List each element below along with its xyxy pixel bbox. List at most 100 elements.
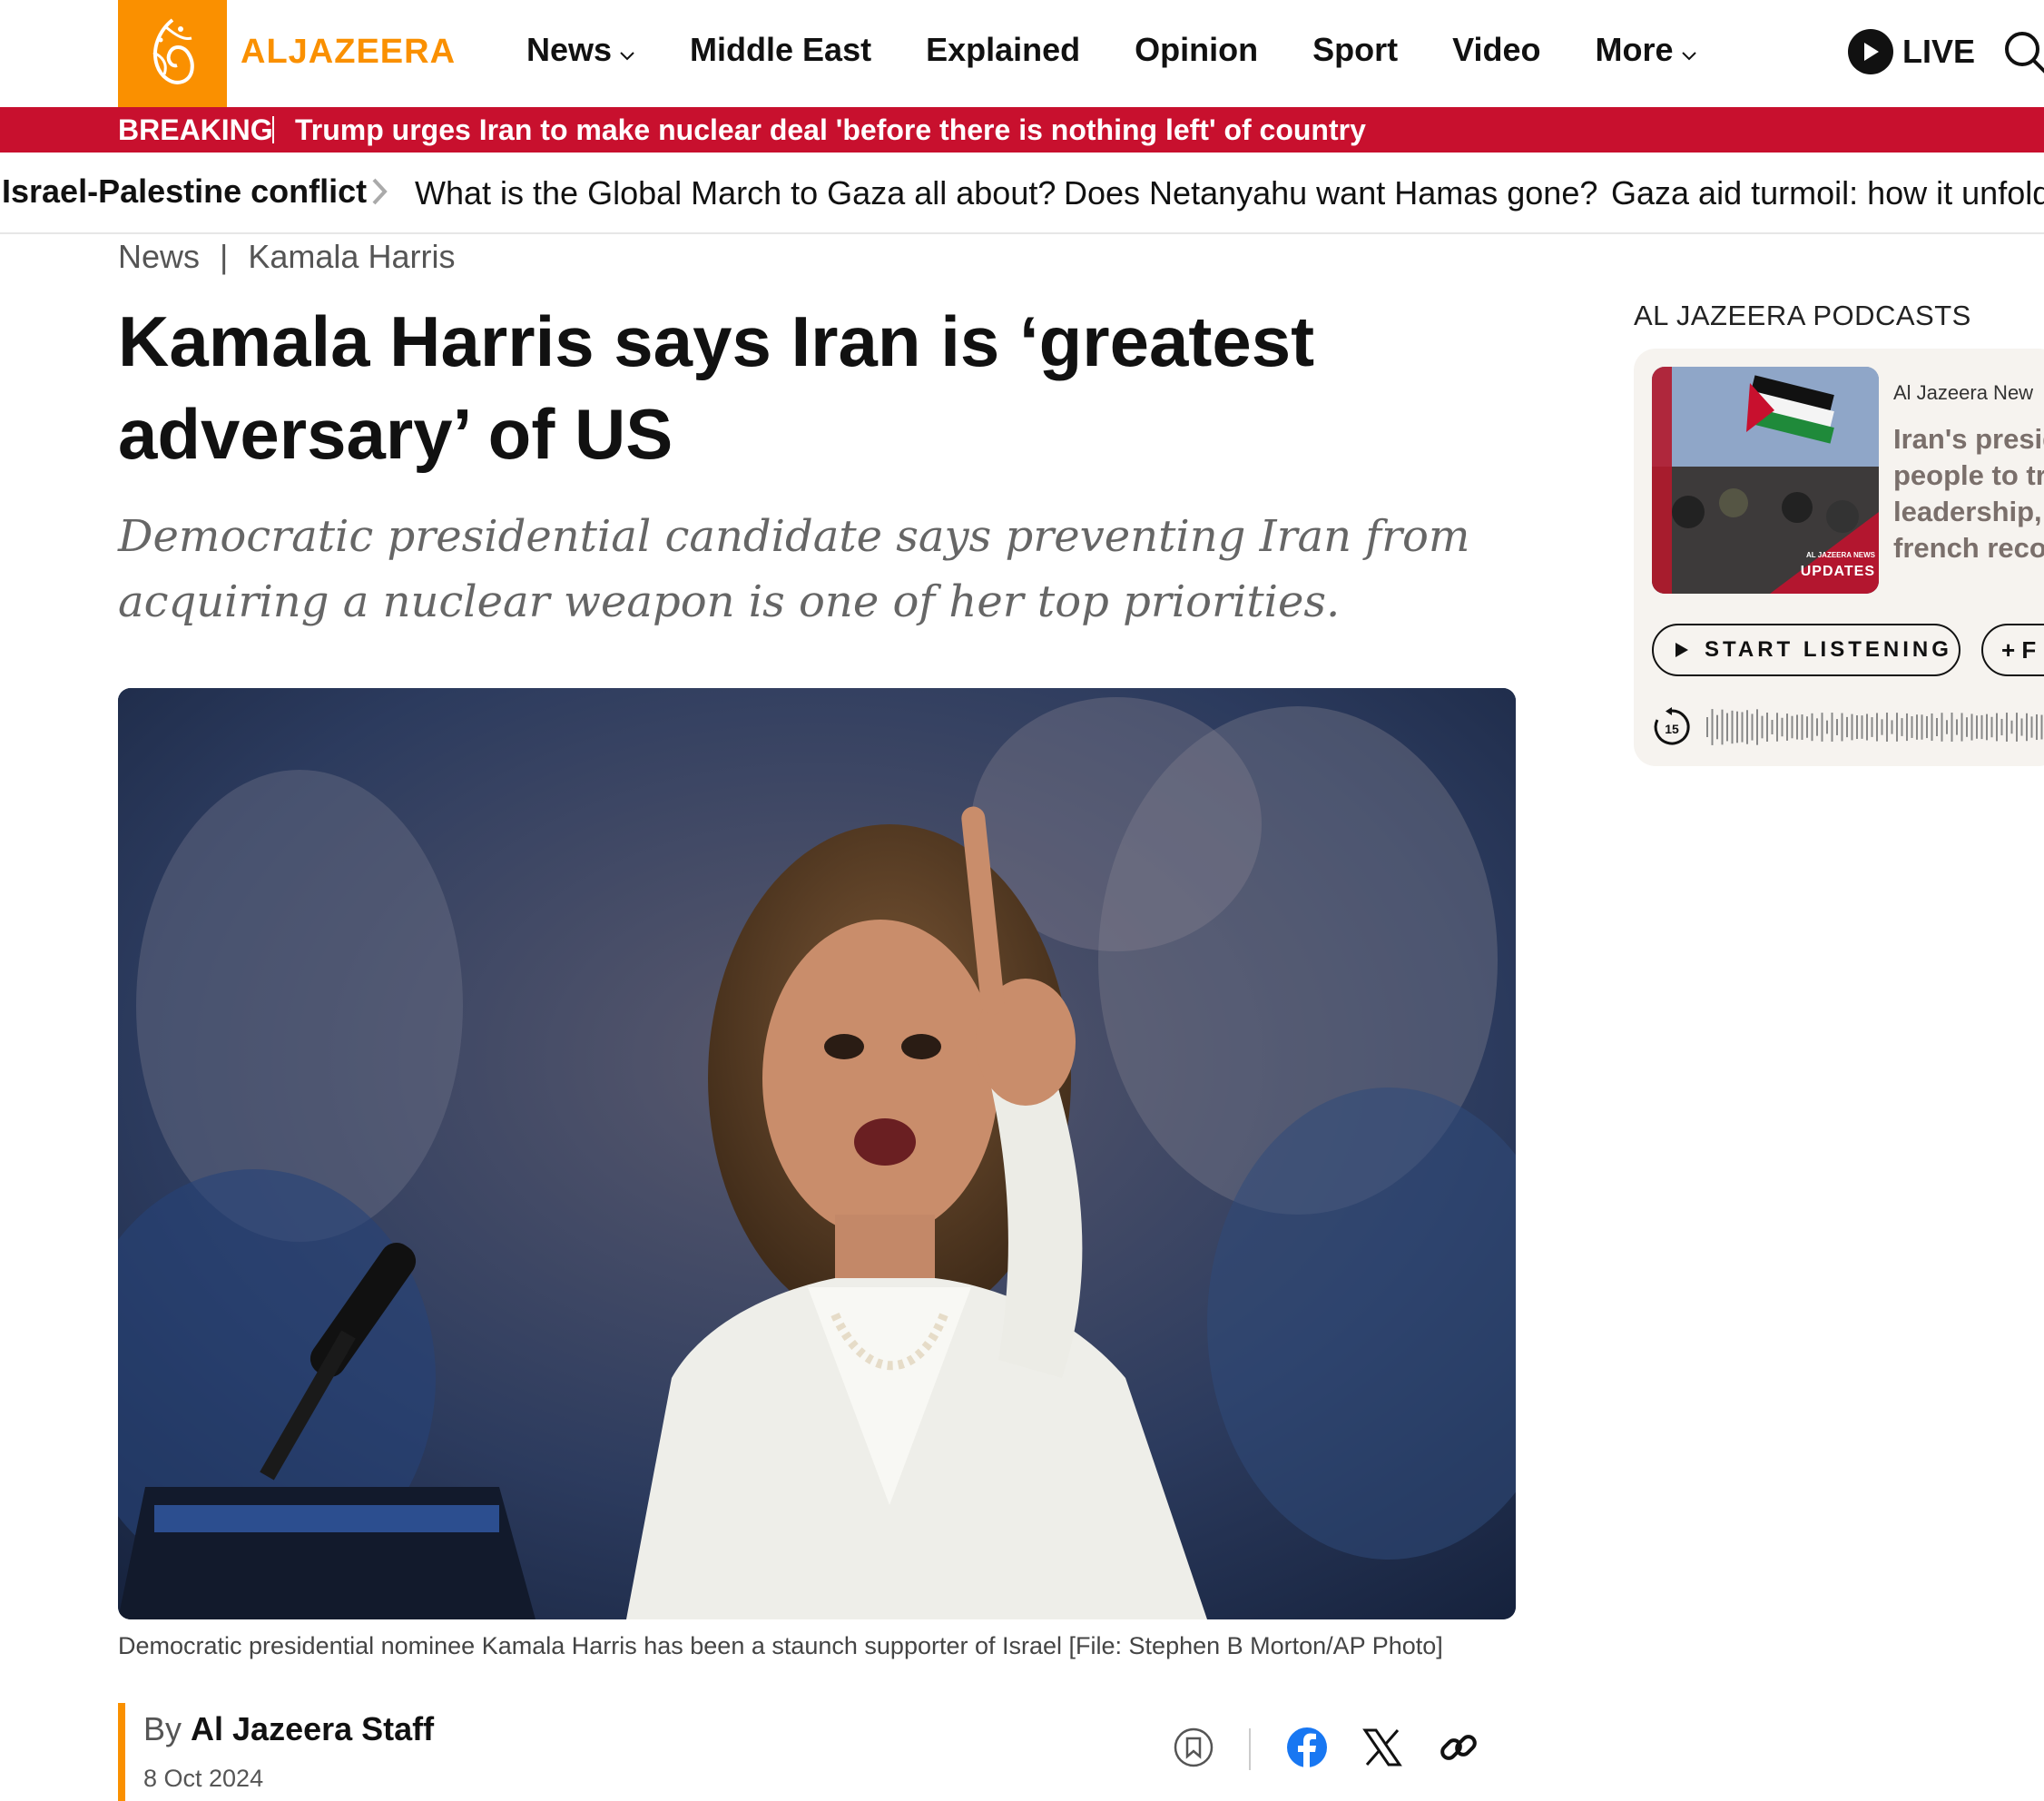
waveform-bar xyxy=(1786,714,1788,741)
topic-link[interactable]: What is the Global March to Gaza all abo… xyxy=(415,174,1056,212)
nav-middle-east-label: Middle East xyxy=(690,31,872,68)
article-standfirst: Democratic presidential candidate says p… xyxy=(118,504,1516,635)
nav-news-label: News xyxy=(526,31,613,68)
waveform-bar xyxy=(1891,720,1893,734)
follow-button[interactable]: + F xyxy=(1981,624,2044,676)
image-caption: Democratic presidential nominee Kamala H… xyxy=(118,1632,1443,1659)
breaking-divider xyxy=(272,116,274,143)
nav-opinion[interactable]: Opinion xyxy=(1135,31,1258,69)
waveform-bar xyxy=(1811,713,1813,742)
waveform-bar xyxy=(1826,720,1828,734)
podcast-source: Al Jazeera New xyxy=(1893,381,2034,404)
waveform-bar xyxy=(1796,714,1798,740)
nav-middle-east[interactable]: Middle East xyxy=(690,31,871,69)
nav-opinion-label: Opinion xyxy=(1135,31,1259,68)
publish-date: 8 Oct 2024 xyxy=(143,1765,264,1792)
site-header: ALJAZEERA News Middle East Explained Opi… xyxy=(0,0,2044,107)
waveform-bar xyxy=(1926,715,1928,739)
topic-link[interactable]: Gaza aid turmoil: how it unfold xyxy=(1611,174,2044,212)
waveform-bar xyxy=(1881,719,1883,735)
waveform-bar xyxy=(1711,709,1714,745)
waveform-bar xyxy=(1736,711,1738,743)
nav-explained[interactable]: Explained xyxy=(926,31,1080,69)
live-button[interactable]: LIVE xyxy=(1848,29,1975,74)
waveform-bar xyxy=(1816,718,1818,736)
nav-more-label: More xyxy=(1595,31,1674,68)
breadcrumb-news[interactable]: News xyxy=(118,238,200,276)
breadcrumb-topic[interactable]: Kamala Harris xyxy=(248,238,455,276)
waveform-bar xyxy=(1831,713,1833,742)
waveform-bar xyxy=(1806,716,1808,738)
waveform-bar xyxy=(1841,713,1843,742)
topic-main-link[interactable]: Israel-Palestine conflict xyxy=(2,172,367,211)
waveform-bar xyxy=(1741,712,1744,743)
bookmark-icon[interactable] xyxy=(1173,1727,1214,1773)
topic-strip: Israel-Palestine conflict What is the Gl… xyxy=(0,153,2044,234)
podcast-episode-title[interactable]: Iran's presid people to tr leadership, f… xyxy=(1893,421,2044,566)
audio-waveform[interactable] xyxy=(1706,704,2044,754)
podcast-card[interactable]: AL JAZEERA NEWS UPDATES Al Jazeera New I… xyxy=(1634,349,2044,766)
skip-back-15-icon[interactable]: 15 xyxy=(1652,707,1692,752)
follow-label: + F xyxy=(2001,635,2037,664)
breaking-banner[interactable]: BREAKING Trump urges Iran to make nuclea… xyxy=(0,107,2044,153)
nav-sport[interactable]: Sport xyxy=(1312,31,1398,69)
waveform-bar xyxy=(1916,714,1918,740)
headline-line: adversary’ of US xyxy=(118,394,673,474)
waveform-bar xyxy=(1986,714,1988,741)
waveform-bar xyxy=(1751,714,1754,741)
play-icon xyxy=(1848,29,1893,74)
headline-line: Kamala Harris says Iran is ‘greatest xyxy=(118,301,1315,381)
podcast-thumbnail[interactable]: AL JAZEERA NEWS UPDATES xyxy=(1652,367,1879,594)
waveform-bar xyxy=(1896,713,1898,742)
start-listening-button[interactable]: START LISTENING xyxy=(1652,624,1960,676)
brand-name[interactable]: ALJAZEERA xyxy=(241,33,456,72)
byline-prefix: By xyxy=(143,1710,182,1747)
waveform-bar xyxy=(1960,713,1963,742)
waveform-bar xyxy=(1866,714,1868,741)
hero-image[interactable] xyxy=(118,688,1516,1619)
byline: By Al Jazeera Staff xyxy=(143,1710,434,1748)
waveform-bar xyxy=(2006,713,2008,742)
standfirst-line: Democratic presidential candidate says p… xyxy=(118,511,1470,562)
waveform-bar xyxy=(1956,719,1958,735)
waveform-bar xyxy=(1996,713,1998,742)
waveform-bar xyxy=(1706,717,1708,737)
waveform-bar xyxy=(2020,718,2023,736)
breadcrumb: News | Kamala Harris xyxy=(118,238,455,276)
nav-sport-label: Sport xyxy=(1312,31,1399,68)
waveform-bar xyxy=(1801,714,1803,740)
waveform-bar xyxy=(2036,714,2038,741)
start-listening-label: START LISTENING xyxy=(1705,637,1952,662)
waveform-bar xyxy=(1911,716,1913,738)
waveform-bar xyxy=(1726,713,1728,742)
waveform-bar xyxy=(1901,718,1903,736)
waveform-bar xyxy=(1791,715,1793,739)
waveform-bar xyxy=(1766,713,1768,742)
waveform-bar xyxy=(2040,714,2043,740)
search-icon[interactable] xyxy=(2000,27,2044,83)
waveform-bar xyxy=(1846,716,1848,738)
waveform-bar xyxy=(2016,713,2018,742)
nav-more[interactable]: More xyxy=(1596,31,1697,69)
thumb-badge: UPDATES xyxy=(1801,564,1875,579)
waveform-bar xyxy=(1946,720,1948,734)
breaking-headline[interactable]: Trump urges Iran to make nuclear deal 'b… xyxy=(295,113,1366,147)
waveform-bar xyxy=(1776,713,1778,742)
author-link[interactable]: Al Jazeera Staff xyxy=(191,1710,434,1747)
aljazeera-logo[interactable] xyxy=(118,0,227,107)
link-icon[interactable] xyxy=(1438,1727,1479,1773)
nav-video[interactable]: Video xyxy=(1452,31,1540,69)
podcast-title-line: leadership, xyxy=(1893,496,2042,527)
waveform-bar xyxy=(1970,714,1973,741)
waveform-bar xyxy=(1980,714,1983,740)
facebook-icon[interactable] xyxy=(1286,1727,1328,1773)
waveform-bar xyxy=(1861,715,1863,739)
waveform-bar xyxy=(1746,710,1748,744)
logo-calligraphy-icon xyxy=(152,18,194,84)
page: ALJAZEERA News Middle East Explained Opi… xyxy=(0,0,2044,1801)
article-headline: Kamala Harris says Iran is ‘greatest adv… xyxy=(118,295,1498,480)
topic-link[interactable]: Does Netanyahu want Hamas gone? xyxy=(1064,174,1597,212)
waveform-bar xyxy=(1771,720,1774,734)
nav-news[interactable]: News xyxy=(526,31,635,69)
x-icon[interactable] xyxy=(1361,1727,1403,1773)
